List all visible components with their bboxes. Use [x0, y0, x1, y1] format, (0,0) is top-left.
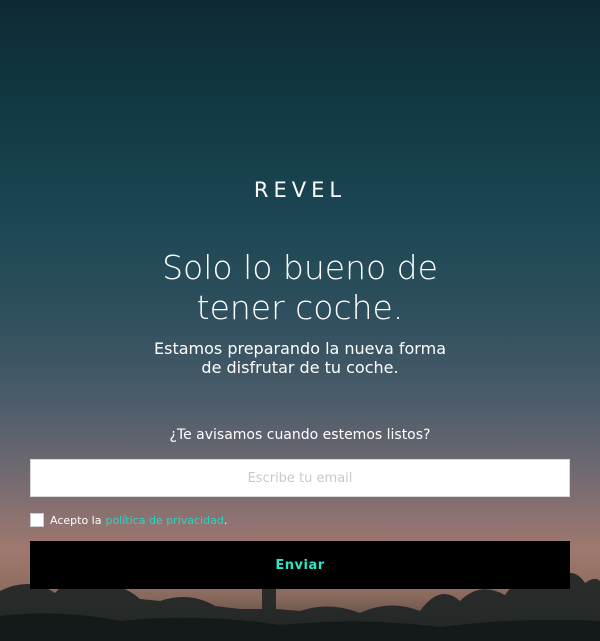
subtitle-line-1: Estamos preparando la nueva forma: [154, 339, 446, 358]
privacy-policy-link[interactable]: política de privacidad: [105, 514, 223, 527]
email-input[interactable]: [30, 459, 570, 497]
consent-prefix: Acepto la: [50, 513, 102, 527]
submit-button[interactable]: Enviar: [30, 541, 570, 589]
consent-suffix: .: [223, 513, 228, 527]
privacy-checkbox[interactable]: [30, 513, 44, 527]
subtitle-line-2: de disfrutar de tu coche.: [201, 358, 399, 377]
landing-page: REVEL Solo lo bueno de tener coche. Esta…: [0, 0, 600, 641]
hero-headline: Solo lo bueno de tener coche.: [0, 248, 600, 328]
privacy-consent: Acepto la política de privacidad .: [30, 512, 227, 528]
headline-line-2: tener coche.: [196, 288, 404, 327]
hero-subtitle: Estamos preparando la nueva forma de dis…: [0, 339, 600, 377]
headline-line-1: Solo lo bueno de: [162, 248, 438, 287]
brand-logo: REVEL: [253, 178, 347, 202]
signup-question: ¿Te avisamos cuando estemos listos?: [169, 427, 431, 443]
